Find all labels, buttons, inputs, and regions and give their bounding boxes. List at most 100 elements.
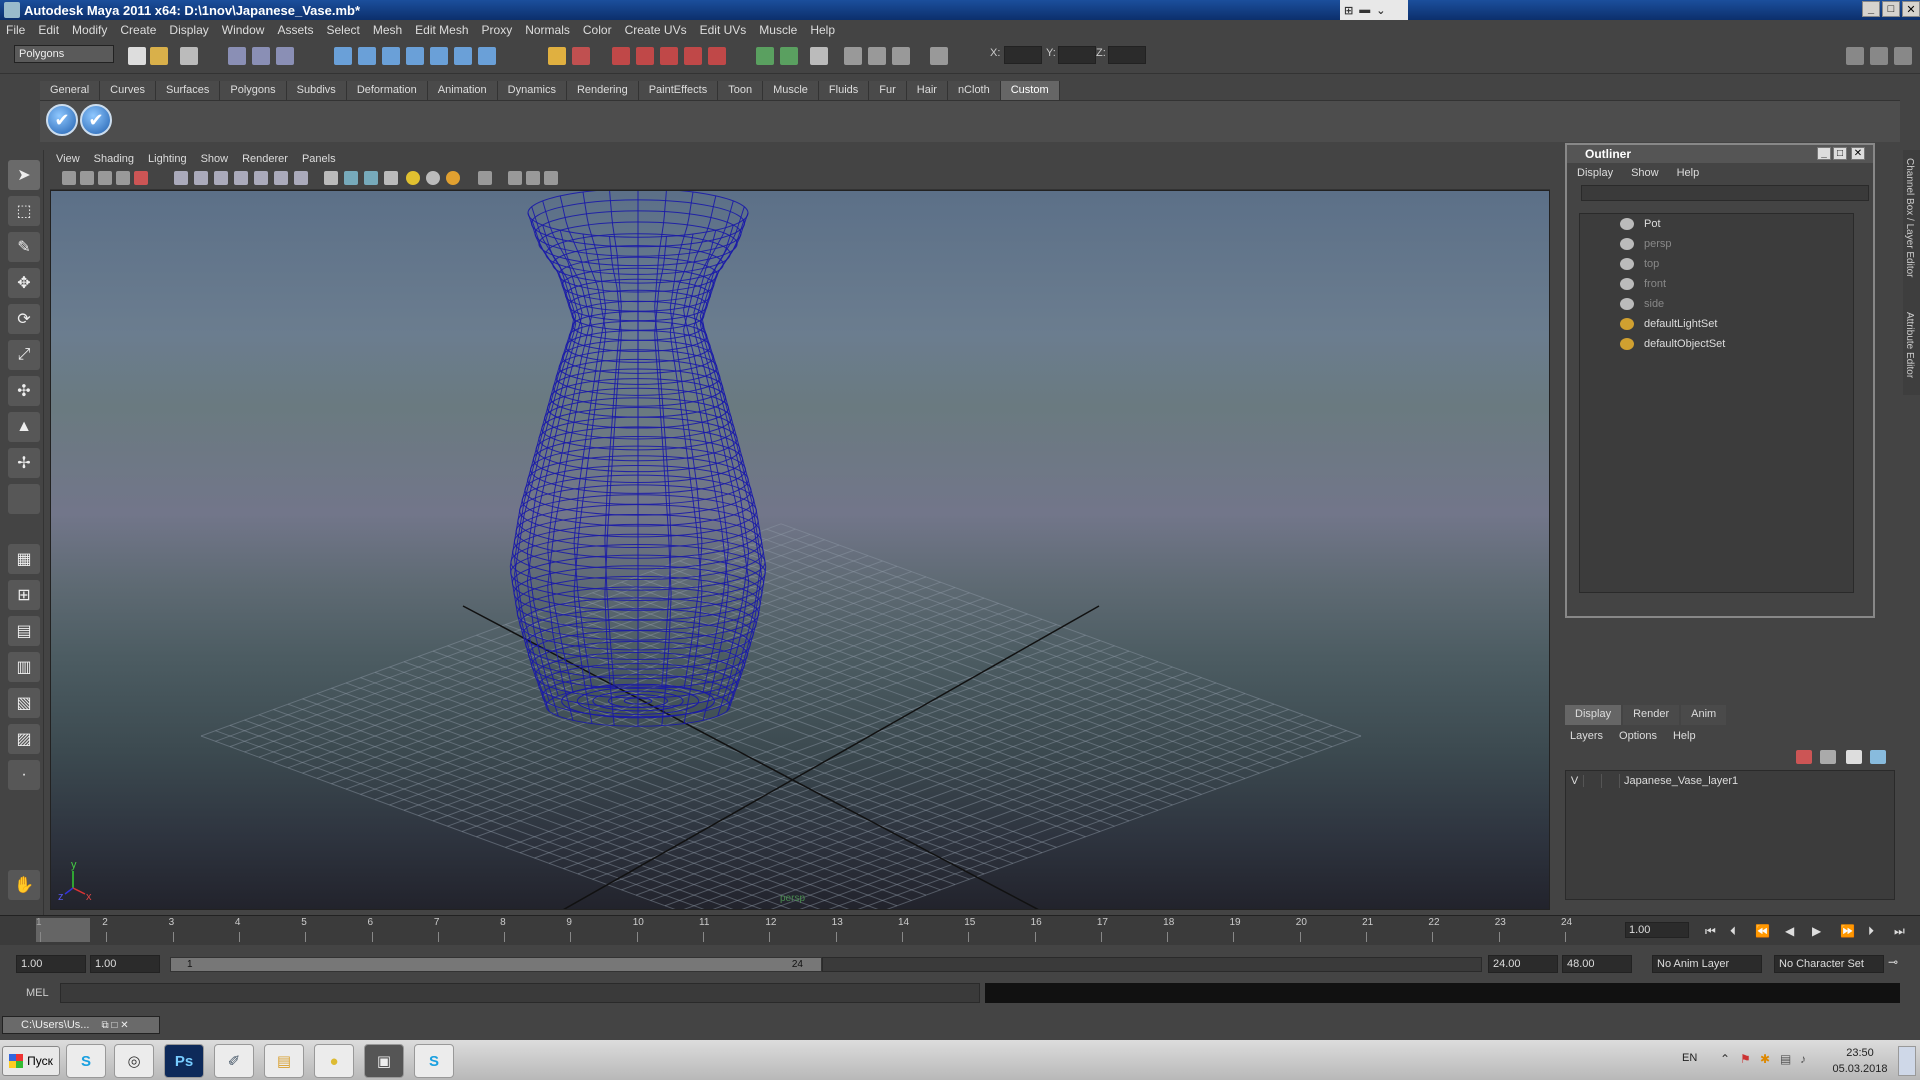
menu-modify[interactable]: Modify [72, 23, 107, 37]
play-backwards-button[interactable]: ◀ [1785, 924, 1794, 938]
tray-network-icon[interactable]: ▤ [1780, 1052, 1791, 1066]
shelf-tab-fluids[interactable]: Fluids [818, 81, 870, 100]
anim-layer-dropdown[interactable]: No Anim Layer [1652, 955, 1762, 973]
range-track[interactable] [822, 957, 1482, 972]
isolate-select-icon[interactable] [508, 171, 522, 185]
tray-update-icon[interactable]: ✱ [1760, 1052, 1770, 1066]
minimize-button[interactable]: _ [1862, 1, 1880, 17]
wireframe-shading-icon[interactable] [324, 171, 338, 185]
viewport-menu-show[interactable]: Show [201, 153, 229, 165]
outliner-item-default-light-set[interactable]: defaultLightSet [1580, 314, 1853, 334]
move-layer-up-icon[interactable] [1846, 750, 1862, 764]
layer-menu-options[interactable]: Options [1619, 730, 1657, 742]
gate-mask-icon[interactable] [234, 171, 248, 185]
taskbar-app-2-icon[interactable]: ◎ [114, 1044, 154, 1078]
shelf-check-icon-1[interactable]: ✔ [46, 104, 78, 136]
outliner-item-side[interactable]: side [1580, 294, 1853, 314]
layout-list-icon[interactable] [1870, 47, 1888, 65]
input-output-icon[interactable] [572, 47, 590, 65]
shelf-tab-rendering[interactable]: Rendering [566, 81, 639, 100]
menu-select[interactable]: Select [326, 23, 359, 37]
language-indicator[interactable]: EN [1682, 1052, 1697, 1064]
shelf-check-icon-2[interactable]: ✔ [80, 104, 112, 136]
viewport-menu-view[interactable]: View [56, 153, 80, 165]
side-tab-channel-box[interactable]: Channel Box / Layer Editor [1904, 158, 1915, 278]
layout-uv-icon[interactable]: ▨ [8, 724, 40, 754]
last-tool-icon[interactable] [8, 484, 40, 514]
menu-edit-uvs[interactable]: Edit UVs [700, 23, 747, 37]
step-back-frame-button[interactable]: ⏴ [1730, 924, 1736, 939]
current-time-marker[interactable] [36, 918, 90, 942]
textured-icon[interactable] [384, 171, 398, 185]
menu-normals[interactable]: Normals [525, 23, 570, 37]
shelf-tab-general[interactable]: General [40, 81, 101, 100]
menu-mesh[interactable]: Mesh [373, 23, 402, 37]
history-icon[interactable] [454, 47, 472, 65]
select-tool-icon[interactable]: ➤ [8, 160, 40, 190]
viewport-menu-renderer[interactable]: Renderer [242, 153, 288, 165]
show-desktop-button[interactable] [1898, 1046, 1916, 1076]
close-button[interactable]: ✕ [1902, 1, 1920, 17]
highres-icon[interactable] [526, 171, 540, 185]
move-tool-icon[interactable]: ✥ [8, 268, 40, 298]
auto-key-icon[interactable]: ⊸ [1888, 955, 1898, 969]
layer-visibility-toggle[interactable]: V [1566, 775, 1584, 787]
layout-icon[interactable] [1846, 47, 1864, 65]
menu-create-uvs[interactable]: Create UVs [625, 23, 687, 37]
isolate-icon[interactable] [134, 171, 148, 185]
shelf-tab-deformation[interactable]: Deformation [346, 81, 428, 100]
menu-display[interactable]: Display [169, 23, 208, 37]
shelf-tab-subdivs[interactable]: Subdivs [286, 81, 347, 100]
outliner-list[interactable]: Pot persp top front side defaultLightSet… [1579, 213, 1854, 593]
snap-grid-icon[interactable] [334, 47, 352, 65]
step-back-key-button[interactable]: ⏪ [1755, 924, 1770, 938]
outliner-toggle-icon[interactable] [844, 47, 862, 65]
menu-edit-mesh[interactable]: Edit Mesh [415, 23, 468, 37]
layer-tab-anim[interactable]: Anim [1681, 705, 1727, 725]
minimized-window-restore-icon[interactable]: ⧉ □ ✕ [101, 1020, 128, 1031]
outliner-minimize-button[interactable]: _ [1817, 147, 1831, 160]
taskbar-photoshop-icon[interactable]: Ps [164, 1044, 204, 1078]
current-frame-field[interactable]: 1.00 [1625, 922, 1689, 938]
attribute-editor-toggle-icon[interactable] [756, 47, 774, 65]
menu-create[interactable]: Create [120, 23, 156, 37]
grid-toggle-icon[interactable] [174, 171, 188, 185]
default-lighting-icon[interactable] [406, 171, 420, 185]
transform-constraint-icon[interactable] [892, 47, 910, 65]
menu-edit[interactable]: Edit [38, 23, 59, 37]
snap-view-plane-icon[interactable] [406, 47, 424, 65]
range-bar[interactable]: 1 24 [170, 957, 822, 972]
tray-expand-icon[interactable]: ⌃ [1720, 1052, 1730, 1066]
hypershade-icon[interactable] [684, 47, 702, 65]
outliner-item-pot[interactable]: Pot [1580, 214, 1853, 234]
ipr-render-icon[interactable] [636, 47, 654, 65]
bookmarks-icon[interactable] [98, 171, 112, 185]
step-forward-key-button[interactable]: ⏩ [1840, 924, 1855, 938]
scale-tool-icon[interactable]: ⤢ [8, 340, 40, 370]
select-component-icon[interactable] [276, 47, 294, 65]
shelf-tab-fur[interactable]: Fur [869, 81, 907, 100]
outliner-menu-show[interactable]: Show [1631, 167, 1659, 179]
snap-curve-icon[interactable] [358, 47, 376, 65]
camera-attributes-icon[interactable] [80, 171, 94, 185]
manipulator-tool-icon[interactable]: ✣ [8, 376, 40, 406]
xray-icon[interactable] [478, 171, 492, 185]
graph-editor-toggle-icon[interactable] [868, 47, 886, 65]
safe-action-icon[interactable] [274, 171, 288, 185]
playback-end-field[interactable]: 24.00 [1488, 955, 1558, 973]
tray-grid-icon[interactable]: ⊞ [1344, 4, 1353, 17]
layer-tab-render[interactable]: Render [1623, 705, 1680, 725]
menu-muscle[interactable]: Muscle [759, 23, 797, 37]
new-layer-empty-icon[interactable] [1796, 750, 1812, 764]
channel-box-toggle-icon[interactable] [810, 47, 828, 65]
go-to-end-button[interactable]: ⏭ [1894, 924, 1905, 939]
shelf-tab-curves[interactable]: Curves [100, 81, 156, 100]
outliner-item-default-object-set[interactable]: defaultObjectSet [1580, 334, 1853, 354]
render-view-icon[interactable] [708, 47, 726, 65]
tray-volume-icon[interactable]: ♪ [1800, 1052, 1806, 1066]
help-question-icon[interactable] [478, 47, 496, 65]
shelf-tab-toon[interactable]: Toon [718, 81, 764, 100]
clock-date[interactable]: 05.03.2018 [1830, 1063, 1890, 1075]
layer-playback-toggle[interactable] [1584, 774, 1602, 788]
y-coord-input[interactable] [1058, 46, 1096, 64]
